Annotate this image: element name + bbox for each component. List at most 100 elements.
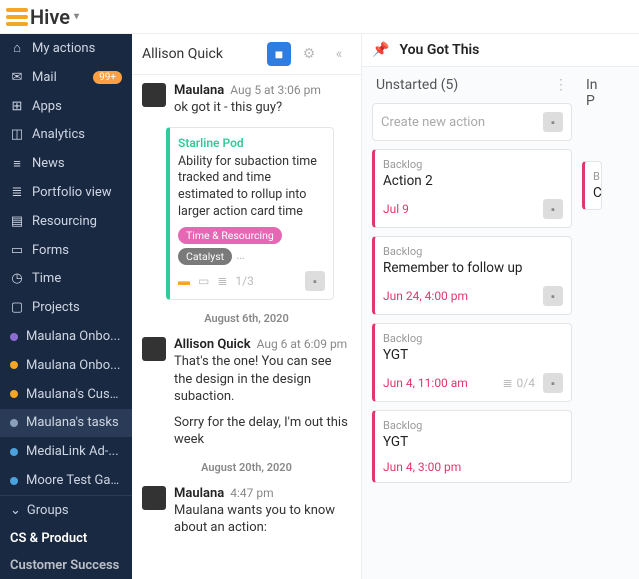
tag: Time & Resourcing: [178, 227, 282, 244]
project-dot: [10, 390, 18, 398]
resourcing-icon: ▤: [10, 214, 24, 228]
action-card[interactable]: B C: [582, 161, 602, 210]
date-divider: August 6th, 2020: [132, 304, 361, 333]
sidebar-item-mail[interactable]: ✉Mail99+: [0, 63, 132, 92]
list-header: Unstarted (5) ⋮: [372, 75, 572, 95]
chat-contact-name: Allison Quick: [142, 46, 261, 62]
brand-name: Hive: [30, 5, 70, 29]
action-card[interactable]: Backlog YGT Jun 4, 3:00 pm: [372, 410, 572, 483]
assignee-picker[interactable]: ▪: [543, 112, 563, 132]
rss-icon: ≡: [10, 157, 24, 171]
mail-badge: 99+: [93, 71, 122, 84]
sidebar-item-analytics[interactable]: ◫Analytics: [0, 120, 132, 149]
avatar: [142, 337, 166, 361]
sidebar-group[interactable]: Customer Success: [0, 552, 132, 579]
action-card[interactable]: Backlog YGT Jun 4, 11:00 am ≣ 0/4 ▪: [372, 323, 572, 402]
assignee-avatar[interactable]: ▪: [305, 271, 325, 291]
card-title: Remember to follow up: [383, 260, 563, 276]
sidebar-project[interactable]: Maulana Onbo...: [0, 322, 132, 351]
list-more-icon[interactable]: ⋮: [554, 77, 568, 93]
sidebar-item-news[interactable]: ≡News: [0, 149, 132, 178]
chat-column: Allison Quick ■ ⚙ « Maulana Aug 5 at 3:06…: [132, 34, 362, 579]
settings-gear-icon[interactable]: ⚙: [297, 42, 321, 66]
subtask-count: ≣ 0/4: [502, 376, 535, 390]
card-status: Backlog: [383, 332, 563, 345]
video-call-icon[interactable]: ■: [267, 42, 291, 66]
list-icon: ≣: [10, 185, 24, 199]
chat-header: Allison Quick ■ ⚙ «: [132, 34, 361, 75]
action-card-preview[interactable]: Starline Pod Ability for subaction time …: [166, 127, 334, 301]
card-status: Backlog: [383, 158, 563, 171]
card-project: Starline Pod: [178, 136, 325, 150]
create-action-placeholder: Create new action: [381, 115, 543, 130]
comment-icon: ▬: [178, 274, 190, 288]
message-author: Allison Quick: [174, 337, 251, 352]
create-action-input[interactable]: Create new action ▪: [372, 103, 572, 141]
card-date: Jun 24, 4:00 pm: [383, 289, 468, 303]
sidebar-item-time[interactable]: ◷Time: [0, 265, 132, 294]
sidebar-item-resourcing[interactable]: ▤Resourcing: [0, 207, 132, 236]
chat-message: Allison QuickAug 6 at 6:09 pm That's the…: [132, 333, 361, 453]
action-card[interactable]: Backlog Action 2 Jul 9 ▪: [372, 149, 572, 228]
card-title: YGT: [383, 347, 563, 363]
message-text: Sorry for the delay, I'm out this week: [174, 414, 351, 449]
chevron-down-icon: ▾: [74, 11, 79, 22]
attachment-icon: ▭: [198, 274, 209, 288]
message-time: 4:47 pm: [230, 486, 273, 500]
sidebar-project[interactable]: Maulana's tasks: [0, 409, 132, 438]
chart-icon: ◫: [10, 128, 24, 142]
list-title: Unstarted (5): [376, 77, 458, 93]
message-author: Maulana: [174, 486, 224, 501]
message-text: ok got it - this guy?: [174, 99, 351, 117]
project-dot: [10, 361, 18, 369]
board-list-unstarted: Unstarted (5) ⋮ Create new action ▪ Back…: [372, 75, 572, 571]
card-title: Action 2: [383, 173, 563, 189]
brand-logo[interactable]: Hive ▾: [6, 5, 79, 29]
sidebar-project[interactable]: Moore Test Gantt: [0, 466, 132, 495]
sidebar-groups-toggle[interactable]: ⌄Groups: [0, 495, 132, 525]
folder-icon: ▢: [10, 301, 24, 315]
project-dot: [10, 448, 18, 456]
sidebar-project[interactable]: MediaLink Ad-...: [0, 437, 132, 466]
forms-icon: ▭: [10, 243, 24, 257]
sidebar-project[interactable]: Maulana Onbo...: [0, 351, 132, 380]
project-dot: [10, 333, 18, 341]
tag: Catalyst: [178, 248, 232, 265]
sidebar-group[interactable]: CS & Product: [0, 525, 132, 552]
sidebar-item-projects[interactable]: ▢Projects: [0, 293, 132, 322]
main-layout: ⌂My actions ✉Mail99+ ⊞Apps ◫Analytics ≡N…: [0, 34, 639, 579]
card-tags: Time & Resourcing Catalyst…: [178, 227, 325, 265]
sidebar-project[interactable]: Maulana's Cust...: [0, 380, 132, 409]
chevron-down-icon: ⌄: [10, 503, 21, 518]
sidebar-item-my-actions[interactable]: ⌂My actions: [0, 34, 132, 63]
assignee-avatar[interactable]: ▪: [543, 286, 563, 306]
sidebar-item-apps[interactable]: ⊞Apps: [0, 92, 132, 121]
sidebar-item-forms[interactable]: ▭Forms: [0, 236, 132, 265]
grid-icon: ⊞: [10, 99, 24, 113]
card-body: Ability for subaction time tracked and t…: [178, 154, 325, 222]
board-header: 📌 You Got This: [362, 34, 639, 67]
card-date: Jun 4, 3:00 pm: [383, 460, 461, 474]
collapse-icon[interactable]: «: [327, 42, 351, 66]
mail-icon: ✉: [10, 70, 24, 84]
pin-icon[interactable]: 📌: [372, 42, 389, 58]
board-title: You Got This: [399, 42, 479, 58]
message-time: Aug 5 at 3:06 pm: [230, 83, 321, 97]
assignee-avatar[interactable]: ▪: [543, 373, 563, 393]
card-date: Jul 9: [383, 202, 409, 216]
assignee-avatar[interactable]: ▪: [543, 199, 563, 219]
chat-body: Maulana Aug 5 at 3:06 pm ok got it - this…: [132, 75, 361, 579]
card-date: Jun 4, 11:00 am: [383, 376, 468, 390]
topbar: Hive ▾: [0, 0, 639, 34]
avatar: [142, 83, 166, 107]
chat-message: Maulana Aug 5 at 3:06 pm ok got it - this…: [132, 79, 361, 121]
project-dot: [10, 477, 18, 485]
message-text: Maulana wants you to know about an actio…: [174, 502, 351, 537]
sidebar: ⌂My actions ✉Mail99+ ⊞Apps ◫Analytics ≡N…: [0, 34, 132, 579]
avatar: [142, 486, 166, 510]
action-card[interactable]: Backlog Remember to follow up Jun 24, 4:…: [372, 236, 572, 315]
board-lists: Unstarted (5) ⋮ Create new action ▪ Back…: [362, 67, 639, 579]
message-author: Maulana: [174, 83, 224, 98]
date-divider: August 20th, 2020: [132, 453, 361, 482]
sidebar-item-portfolio[interactable]: ≣Portfolio view: [0, 178, 132, 207]
